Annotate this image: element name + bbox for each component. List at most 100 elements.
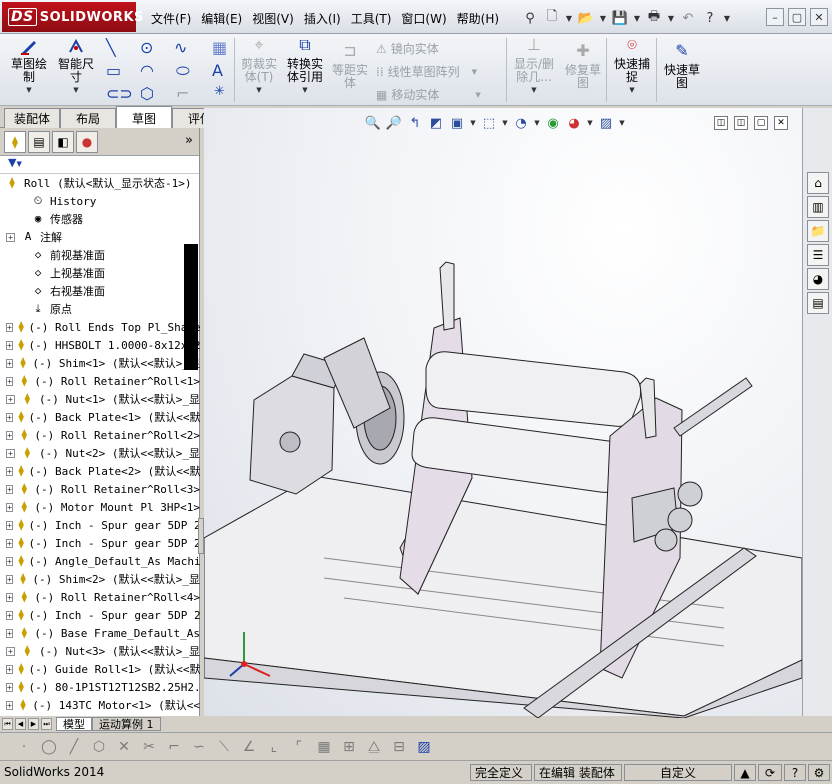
repair-sketch-button[interactable]: ✚ 修复草 图 <box>562 43 604 90</box>
point-icon[interactable]: ✳ <box>214 84 225 99</box>
line-icon[interactable]: ╲ <box>106 38 116 57</box>
expand-icon[interactable]: + <box>6 610 13 620</box>
viewport-restore-icon[interactable]: ◫ <box>734 116 748 130</box>
expand-icon[interactable]: + <box>6 322 13 332</box>
tree-filter[interactable]: ▼▼ <box>0 156 199 174</box>
corner-icon[interactable]: ⌞ <box>264 737 284 757</box>
cross-icon[interactable]: ✕ <box>114 737 134 757</box>
point-icon[interactable]: · <box>14 737 34 757</box>
save-icon[interactable]: 💾 <box>610 8 630 28</box>
expand-icon[interactable]: + <box>6 646 15 656</box>
viewport-maximize-icon[interactable]: ▢ <box>754 116 768 130</box>
tree-item[interactable]: ⏲ History <box>0 192 200 210</box>
mirror-icon[interactable]: ⧋ <box>364 737 384 757</box>
tree-item[interactable]: + ⧫ (-) Motor Mount Pl 3HP<1> <box>0 498 200 516</box>
expand-icon[interactable]: + <box>6 394 15 404</box>
chevron-down-icon[interactable]: ▼ <box>598 8 608 28</box>
tree-item[interactable]: + ⧫ (-) Shim<2> (默认<<默认>_显 <box>0 570 200 588</box>
linear-pattern-button[interactable]: ⁞⁞ 线性草图阵列 ▼ <box>376 63 477 80</box>
tree-root[interactable]: ⧫ Roll (默认<默认_显示状态-1>) <box>0 174 200 192</box>
chevron-down-icon[interactable]: ▼ <box>564 8 574 28</box>
expand-icon[interactable]: + <box>6 232 15 242</box>
menu-edit[interactable]: 编辑(E) <box>196 10 247 27</box>
trim-entities-button[interactable]: ⌖ 剪裁实 体(T) ▼ <box>238 37 280 97</box>
polygon-icon[interactable]: ⬡ <box>89 737 109 757</box>
expand-icon[interactable]: + <box>6 502 14 512</box>
chevron-down-icon[interactable]: ▼ <box>501 114 509 132</box>
help-icon[interactable]: ? <box>700 8 720 28</box>
expand-icon[interactable]: + <box>6 430 14 440</box>
sketch-button[interactable]: 草图绘 制 ▼ <box>6 38 52 97</box>
graphics-area[interactable]: 🔍 🔎 ↰ ◩ ▣ ▼ ⬚ ▼ ◔ ▼ ◉ ◕ ▼ ▨ ▼ ◫ ◫ ▢ ✕ <box>204 108 802 718</box>
close-icon[interactable]: ✕ <box>810 8 828 26</box>
roll-assembly-model[interactable] <box>204 258 802 718</box>
quick-tips-icon[interactable]: ? <box>784 764 806 781</box>
tree-item[interactable]: + ⧫ (-) Roll Ends Top Pl_Shape <box>0 318 200 336</box>
smart-dimension-button[interactable]: 智能尺 寸 ▼ <box>54 38 98 97</box>
expand-icon[interactable]: + <box>6 628 14 638</box>
chevron-down-icon[interactable]: ▼ <box>666 8 676 28</box>
tree-item[interactable]: ◇ 右视基准面 <box>0 282 200 300</box>
solidworks-logo[interactable]: DS SOLIDWORKS <box>2 2 143 32</box>
expand-icon[interactable]: + <box>6 448 15 458</box>
fillet-icon[interactable]: ⌐ <box>176 84 189 103</box>
expand-icon[interactable]: + <box>6 376 14 386</box>
chevron-up-icon[interactable]: ▲ <box>734 764 756 781</box>
expand-icon[interactable]: + <box>6 520 13 530</box>
menu-window[interactable]: 窗口(W) <box>396 10 451 27</box>
feature-tree-icon[interactable]: ⧫ <box>4 130 26 153</box>
slot-icon[interactable]: ⊂⊃ <box>106 84 133 103</box>
grid-icon[interactable]: ⊞ <box>339 737 359 757</box>
section-view-icon[interactable]: ◩ <box>427 114 445 132</box>
tree-item[interactable]: + ⧫ (-) Roll Retainer^Roll<4> <box>0 588 200 606</box>
fillet-icon[interactable]: ∽ <box>189 737 209 757</box>
menu-file[interactable]: 文件(F) <box>146 10 196 27</box>
tree-item[interactable]: + A 注解 <box>0 228 200 246</box>
expand-icon[interactable]: + <box>6 358 13 368</box>
configuration-manager-icon[interactable]: ◧ <box>52 130 74 153</box>
tree-item[interactable]: ◇ 上视基准面 <box>0 264 200 282</box>
expand-icon[interactable]: + <box>6 484 14 494</box>
edit-appearance-icon[interactable]: ◕ <box>565 114 583 132</box>
tab-model[interactable]: 模型 <box>56 717 92 731</box>
quick-snaps-button[interactable]: ⌾ 快速捕 捉 ▼ <box>610 37 654 97</box>
appearances-icon[interactable]: ◕ <box>807 268 829 290</box>
pattern-icon[interactable]: ▦ <box>314 737 334 757</box>
minimize-icon[interactable]: – <box>766 8 784 26</box>
view-orientation-icon[interactable]: ⬚ <box>480 114 498 132</box>
appearance-icon[interactable]: ● <box>76 130 98 153</box>
grid-icon[interactable]: ▦ <box>212 38 227 57</box>
tree-item[interactable]: + ⧫ (-) Nut<1> (默认<<默认>_显 <box>0 390 200 408</box>
custom-properties-icon[interactable]: ▤ <box>807 292 829 314</box>
expand-icon[interactable]: + <box>6 700 13 710</box>
chamfer-icon[interactable]: ⟍ <box>214 737 234 757</box>
viewport-close-icon[interactable]: ✕ <box>774 116 788 130</box>
zoom-to-area-icon[interactable]: 🔎 <box>385 114 403 132</box>
tree-item[interactable]: + ⧫ (-) Back Plate<2> (默认<<默 <box>0 462 200 480</box>
settings-icon[interactable]: ⚙ <box>808 764 830 781</box>
expand-icon[interactable]: + <box>6 538 13 548</box>
tree-item[interactable]: + ⧫ (-) 143TC Motor<1> (默认<< <box>0 696 200 714</box>
next-icon[interactable]: ▶ <box>28 718 39 730</box>
view-palette-icon[interactable]: ☰ <box>807 244 829 266</box>
menu-insert[interactable]: 插入(I) <box>299 10 346 27</box>
spline-icon[interactable]: ∿ <box>174 38 187 57</box>
tab-assembly[interactable]: 装配体 <box>4 108 60 128</box>
expand-icon[interactable]: + <box>6 556 13 566</box>
bracket-icon[interactable]: ⌜ <box>289 737 309 757</box>
print-icon[interactable]: 🖶 <box>644 8 664 28</box>
tree-item[interactable]: + ⧫ (-) Base Frame_Default_As <box>0 624 200 642</box>
offset-entities-button[interactable]: ⊐ 等距实 体 <box>330 43 370 90</box>
viewport-minimize-icon[interactable]: ◫ <box>714 116 728 130</box>
expand-icon[interactable]: + <box>6 412 13 422</box>
expand-icon[interactable]: + <box>6 592 14 602</box>
tree-item[interactable]: + ⧫ (-) Roll Retainer^Roll<1> <box>0 372 200 390</box>
tree-item[interactable]: ◇ 前视基准面 <box>0 246 200 264</box>
ellipse-icon[interactable]: ⬭ <box>176 61 190 81</box>
tab-layout[interactable]: 布局 <box>60 108 116 128</box>
dynamic-annotation-icon[interactable]: ▣ <box>448 114 466 132</box>
menu-help[interactable]: 帮助(H) <box>452 10 504 27</box>
rebuild-icon[interactable]: ⟳ <box>758 764 782 781</box>
hide-show-items-icon[interactable]: ◉ <box>544 114 562 132</box>
open-folder-icon[interactable]: 📂 <box>576 8 596 28</box>
